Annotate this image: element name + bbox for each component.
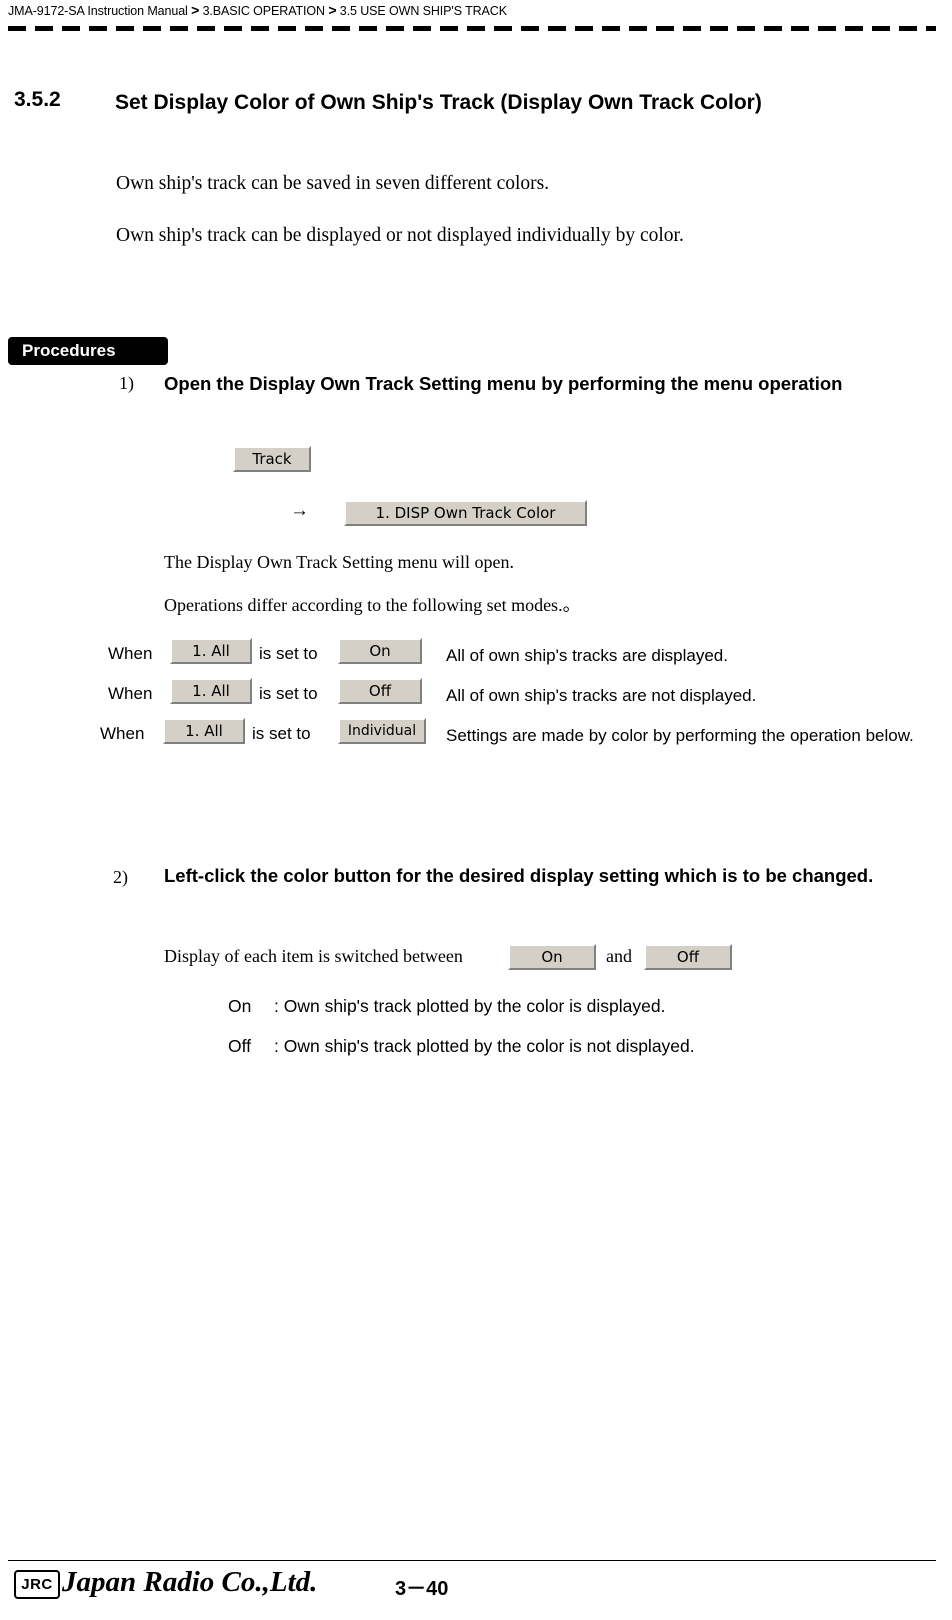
step-2-button-off[interactable]: Off bbox=[644, 944, 732, 970]
row-1-value-button-on[interactable]: On bbox=[338, 638, 422, 664]
row-1-description: All of own ship's tracks are displayed. bbox=[446, 646, 728, 665]
row-2-value-button-off[interactable]: Off bbox=[338, 678, 422, 704]
row-3-value-button-individual[interactable]: Individual bbox=[338, 718, 426, 744]
row-3-description: Settings are made by color by performing… bbox=[446, 726, 914, 745]
page-number: 3－40 bbox=[395, 1578, 449, 1600]
section-number: 3.5.2 bbox=[14, 88, 61, 111]
page-header: JMA-9172-SA Instruction Manual > 3.BASIC… bbox=[0, 0, 952, 26]
intro-paragraph-2: Own ship's track can be displayed or not… bbox=[116, 225, 684, 246]
footer-rule bbox=[8, 1560, 936, 1561]
row-1-when-label: When bbox=[108, 644, 153, 663]
header-dashed-rule bbox=[8, 26, 936, 31]
row-3-when-label: When bbox=[100, 724, 145, 743]
breadcrumb-manual: JMA-9172-SA Instruction Manual bbox=[8, 4, 188, 18]
arrow-icon: → bbox=[290, 500, 309, 521]
breadcrumb-section: 3.5 USE OWN SHIP'S TRACK bbox=[339, 4, 507, 18]
row-2-description: All of own ship's tracks are not display… bbox=[446, 686, 757, 705]
page-title: Set Display Color of Own Ship's Track (D… bbox=[115, 91, 762, 114]
company-name: Japan Radio Co.,Ltd. bbox=[62, 1566, 318, 1598]
bullet-2-text: : Own ship's track plotted by the color … bbox=[274, 1036, 695, 1056]
row-3-mode-button[interactable]: 1. All bbox=[163, 718, 245, 744]
step-2-switch-text: Display of each item is switched between bbox=[164, 946, 463, 966]
row-3-is-set-to-label: is set to bbox=[252, 724, 311, 743]
step-1-number: 1) bbox=[119, 373, 134, 393]
step-2-button-on[interactable]: On bbox=[508, 944, 596, 970]
menu-button-track[interactable]: Track bbox=[233, 446, 311, 472]
breadcrumb-separator-2: > bbox=[328, 2, 337, 18]
procedures-tag: Procedures bbox=[8, 337, 168, 365]
row-2-mode-button[interactable]: 1. All bbox=[170, 678, 252, 704]
breadcrumb-separator-1: > bbox=[191, 2, 200, 18]
bullet-1-text: : Own ship's track plotted by the color … bbox=[274, 996, 666, 1016]
row-2-when-label: When bbox=[108, 684, 153, 703]
step-1-title: Open the Display Own Track Setting menu … bbox=[164, 373, 843, 394]
intro-paragraph-1: Own ship's track can be saved in seven d… bbox=[116, 173, 550, 194]
step-2-and-label: and bbox=[606, 946, 632, 966]
step-1-note-1: The Display Own Track Setting menu will … bbox=[164, 552, 514, 572]
step-2-number: 2) bbox=[113, 867, 128, 887]
menu-button-disp-own-track-color[interactable]: 1. DISP Own Track Color bbox=[344, 500, 587, 526]
jrc-logo-icon: JRC bbox=[14, 1570, 60, 1599]
bullet-1-label: On bbox=[228, 996, 252, 1016]
step-1-note-2: Operations differ according to the follo… bbox=[164, 595, 581, 615]
row-2-is-set-to-label: is set to bbox=[259, 684, 318, 703]
row-1-mode-button[interactable]: 1. All bbox=[170, 638, 252, 664]
step-2-title: Left-click the color button for the desi… bbox=[164, 865, 874, 886]
breadcrumb: JMA-9172-SA Instruction Manual > 3.BASIC… bbox=[8, 2, 507, 18]
row-1-is-set-to-label: is set to bbox=[259, 644, 318, 663]
bullet-2-label: Off bbox=[228, 1036, 252, 1056]
procedures-tag-label: Procedures bbox=[22, 341, 116, 360]
breadcrumb-chapter: 3.BASIC OPERATION bbox=[202, 4, 326, 18]
